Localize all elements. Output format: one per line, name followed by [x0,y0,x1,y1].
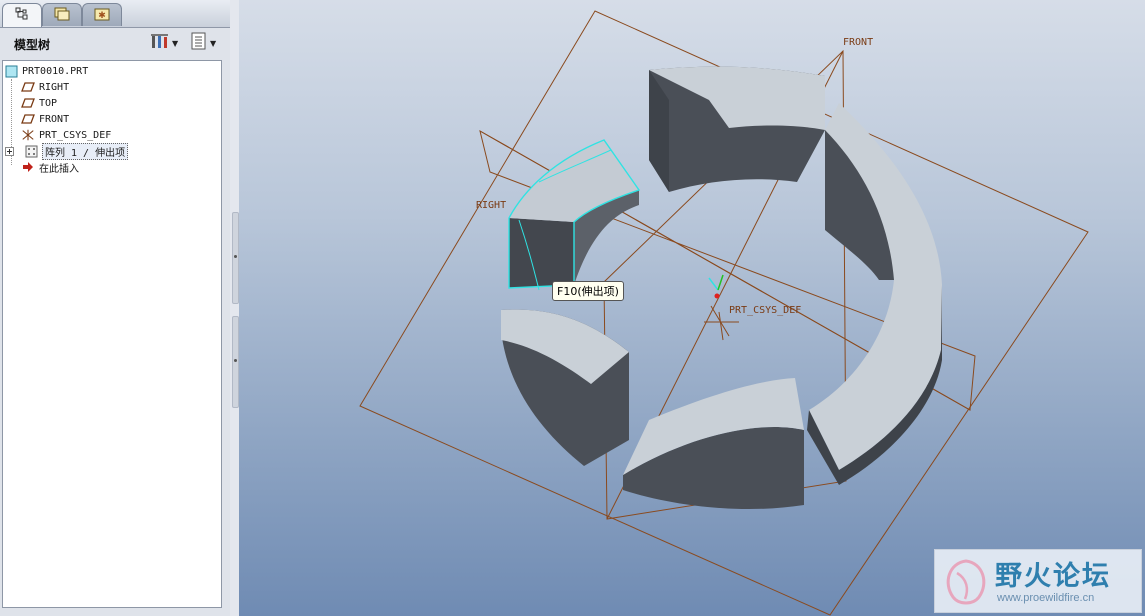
tab-folder-browser[interactable] [42,3,82,26]
tree-item-insert-here[interactable]: 在此插入 [21,159,79,175]
model-tree-icon [15,6,29,25]
tab-favorites[interactable]: ✱ [82,3,122,26]
panel-header: 模型树 ▼ ▼ [0,28,230,58]
datum-label-csys[interactable]: PRT_CSYS_DEF [729,305,801,316]
tree-settings-icon [150,32,170,54]
folder-browser-icon [53,6,71,25]
insert-here-arrow-icon [21,160,35,174]
tree-item-label: RIGHT [39,81,70,93]
forum-watermark: 野火论坛 www.proewildfire.cn [934,549,1142,613]
datum-plane-icon [21,96,35,110]
forum-logo-icon [946,559,986,605]
tree-item-part[interactable]: PRT0010.PRT [4,63,88,79]
show-menu-icon [190,32,208,54]
tree-item-front[interactable]: FRONT [21,111,69,127]
tree-item-label: 阵列 1 / 伸出项 [42,142,129,160]
datum-label-right[interactable]: RIGHT [476,200,506,211]
show-menu-button[interactable]: ▼ [190,32,220,54]
chevron-down-icon: ▼ [172,38,179,48]
extrusion-segment[interactable] [623,378,804,510]
extrusion-segment[interactable] [501,309,629,466]
tree-item-label: FRONT [39,113,70,125]
tree-item-label: TOP [39,97,58,109]
graphics-viewport[interactable]: FRONT RIGHT PRT_CSYS_DEF F10(伸出项) 野火论坛 w… [239,0,1145,616]
tree-settings-button[interactable]: ▼ [150,34,180,52]
favorites-icon: ✱ [94,6,110,25]
watermark-url: www.proewildfire.cn [997,592,1095,604]
tree-item-pattern[interactable]: 阵列 1 / 伸出项 [4,142,129,160]
tree-item-label: PRT_CSYS_DEF [39,129,112,141]
chevron-down-icon: ▼ [210,38,217,48]
panel-splitter[interactable] [230,0,239,616]
tree-item-top[interactable]: TOP [21,95,57,111]
tree-item-label: PRT0010.PRT [22,65,89,77]
tab-model-tree[interactable] [2,3,42,27]
tree-item-label: 在此插入 [39,163,79,175]
datum-label-front[interactable]: FRONT [843,37,873,48]
model-tree-panel: ✱ 模型树 ▼ ▼ PRT0010.PRT RIGHT TOP FRONT PR… [0,0,231,616]
svg-text:✱: ✱ [98,11,106,21]
datum-plane-icon [21,80,35,94]
expand-plus-icon[interactable] [4,144,14,158]
model-scene[interactable] [239,0,1145,616]
coordinate-system-icon [21,128,35,142]
extrusion-segment[interactable] [807,103,942,485]
splitter-grip[interactable] [232,316,239,408]
datum-plane-icon [21,112,35,126]
extrusion-segment[interactable] [649,66,825,192]
tree-item-right[interactable]: RIGHT [21,79,69,95]
part-icon [4,64,18,78]
watermark-title: 野火论坛 [995,561,1111,592]
pattern-icon [24,144,38,158]
model-tree: PRT0010.PRT RIGHT TOP FRONT PRT_CSYS_DEF… [2,60,222,608]
navigator-tab-strip: ✱ [0,0,230,28]
csys-triad [708,274,724,299]
splitter-grip[interactable] [232,212,239,304]
tree-item-csys[interactable]: PRT_CSYS_DEF [21,127,111,143]
panel-title: 模型树 [14,38,51,52]
feature-tooltip: F10(伸出项) [552,281,624,301]
